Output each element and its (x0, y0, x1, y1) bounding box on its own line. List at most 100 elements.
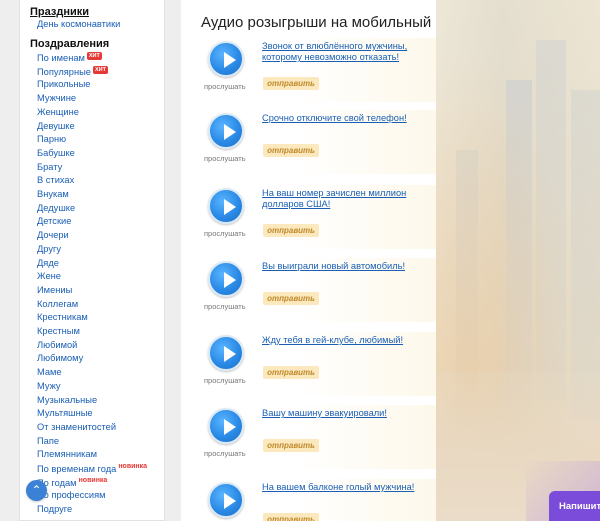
sidebar-link[interactable]: Коллегам (37, 299, 78, 309)
sidebar: Праздники День космонавтики Поздравления… (19, 0, 165, 521)
sidebar-link-label: Имениы (37, 284, 73, 295)
sidebar-link[interactable]: Музыкальные (37, 395, 97, 405)
sidebar-link[interactable]: Маме (37, 367, 62, 377)
sidebar-link-label: В стихах (37, 175, 75, 186)
sidebar-link-label: Папе (37, 435, 60, 446)
chevron-up-icon: ⌃ (31, 483, 42, 497)
play-icon[interactable] (208, 482, 244, 518)
sidebar-link-label: Брату (37, 161, 63, 172)
sidebar-link-label: Подруге (37, 504, 73, 515)
main-content: Аудио розыгрыши на мобильный прослушать З… (181, 0, 436, 521)
sidebar-link[interactable]: Жене (37, 271, 61, 281)
audio-prank-link[interactable]: Вашу машину эвакуировали! (262, 408, 436, 419)
sidebar-link[interactable]: Женщине (37, 107, 79, 117)
audio-prank-card: прослушать Срочно отключите свой телефон!… (202, 110, 436, 174)
sidebar-link-label: По именам (37, 53, 85, 64)
greetings-heading: Поздравления (30, 38, 110, 50)
audio-prank-link[interactable]: Звонок от влюблённого мужчины, которому … (262, 41, 436, 63)
audio-prank-card: прослушать Жду тебя в гей-клубе, любимый!… (202, 332, 436, 396)
play-icon[interactable] (208, 113, 244, 149)
hit-badge: ХИТ (86, 52, 102, 60)
sidebar-link[interactable]: Имениы (37, 285, 72, 295)
new-badge: новинка (78, 476, 108, 484)
audio-prank-card: прослушать Звонок от влюблённого мужчины,… (202, 38, 436, 102)
sidebar-link-label: Маме (37, 367, 62, 378)
sidebar-link[interactable]: Подруге (37, 504, 72, 514)
sidebar-link[interactable]: Парню (37, 134, 66, 144)
play-icon[interactable] (208, 41, 244, 77)
sidebar-link[interactable]: По именам ХИТ (37, 52, 102, 63)
sidebar-link-label: Внукам (37, 189, 69, 199)
sidebar-link-label: Любимому (37, 353, 84, 364)
audio-prank-link[interactable]: Срочно отключите свой телефон! (262, 113, 436, 124)
sidebar-link-label: Крестникам (37, 312, 88, 323)
send-button[interactable]: отправить (263, 292, 319, 305)
sidebar-link[interactable]: Популярные ХИТ (37, 65, 108, 77)
audio-prank-link[interactable]: На вашем балконе голый мужчина! (262, 482, 436, 493)
sidebar-link-label: Мужу (37, 380, 61, 391)
sidebar-link[interactable]: В стихах (37, 175, 74, 185)
chat-label: Напишите (559, 501, 600, 512)
scroll-to-top-button[interactable]: ⌃ (26, 480, 47, 501)
sidebar-link-label: Любимой (37, 339, 78, 350)
send-button[interactable]: отправить (263, 144, 319, 157)
sidebar-link[interactable]: От знаменитостей (37, 422, 116, 432)
sidebar-link[interactable]: Крестникам (37, 312, 88, 322)
sidebar-link[interactable]: Мультяшные (37, 408, 93, 418)
sidebar-link[interactable]: Племянникам (37, 449, 97, 459)
sidebar-link[interactable]: Дяде (37, 258, 59, 268)
sidebar-link-label: Дяде (37, 257, 59, 268)
sidebar-link[interactable]: Внукам (37, 189, 69, 199)
send-button[interactable]: отправить (263, 439, 319, 452)
play-icon[interactable] (208, 335, 244, 371)
play-icon[interactable] (208, 408, 244, 444)
sidebar-link-label: Парню (37, 134, 67, 145)
sidebar-link-label: Мужчине (37, 93, 77, 104)
sidebar-link[interactable]: Папе (37, 436, 59, 446)
sidebar-link[interactable]: Дочери (37, 230, 69, 240)
holidays-heading[interactable]: Праздники (30, 6, 89, 18)
sidebar-link[interactable]: Брату (37, 162, 62, 172)
sidebar-link[interactable]: Мужу (37, 381, 61, 391)
play-icon[interactable] (208, 261, 244, 297)
sidebar-link[interactable]: Прикольные (37, 79, 90, 89)
sidebar-link-label: Музыкальные (37, 394, 98, 405)
sidebar-link[interactable]: Крестным (37, 326, 80, 336)
listen-label[interactable]: прослушать (204, 154, 246, 163)
audio-prank-link[interactable]: Вы выиграли новый автомобиль! (262, 261, 436, 272)
sidebar-link[interactable]: Любимому (37, 353, 83, 363)
sidebar-link-label: Дедушке (37, 202, 76, 213)
send-button[interactable]: отправить (263, 366, 319, 379)
sidebar-link[interactable]: По годам новинка (37, 477, 107, 488)
audio-prank-link[interactable]: Жду тебя в гей-клубе, любимый! (262, 335, 436, 346)
sidebar-link[interactable]: По временам года новинка (37, 463, 147, 474)
sidebar-link[interactable]: Другу (37, 244, 61, 254)
audio-prank-link[interactable]: На ваш номер зачислен миллион долларов С… (262, 188, 436, 210)
listen-label[interactable]: прослушать (204, 302, 246, 311)
chat-widget-button[interactable]: Напишите (549, 491, 600, 521)
play-icon[interactable] (208, 188, 244, 224)
sidebar-link[interactable]: По профессиям (37, 490, 106, 500)
sidebar-link-label: Коллегам (37, 298, 79, 309)
audio-prank-card: прослушать Вашу машину эвакуировали! отпра… (202, 405, 436, 469)
listen-label[interactable]: прослушать (204, 82, 246, 91)
audio-prank-card: прослушатьНа вашем балконе голый мужчина… (202, 479, 436, 521)
sidebar-link[interactable]: Детские (37, 216, 71, 226)
sidebar-link[interactable]: Любимой (37, 340, 77, 350)
listen-label[interactable]: прослушать (204, 449, 246, 458)
sidebar-link-cosmonautics-day[interactable]: День космонавтики (37, 19, 120, 29)
sidebar-link-label: Племянникам (37, 449, 97, 460)
sidebar-link[interactable]: Дедушке (37, 203, 75, 213)
sidebar-link-label: Детские (37, 216, 72, 227)
sidebar-link[interactable]: Мужчине (37, 93, 76, 103)
send-button[interactable]: отправить (263, 224, 319, 237)
sidebar-link[interactable]: Девушке (37, 121, 75, 131)
audio-prank-card: прослушать Вы выиграли новый автомобиль! о… (202, 258, 436, 322)
listen-label[interactable]: прослушать (204, 376, 246, 385)
listen-label[interactable]: прослушать (204, 229, 246, 238)
send-button[interactable]: отправить (263, 513, 319, 521)
sidebar-link[interactable]: Бабушке (37, 148, 75, 158)
send-button[interactable]: отправить (263, 77, 319, 90)
sidebar-link-label: Дочери (37, 230, 69, 241)
sidebar-link-label: Женщине (37, 106, 79, 117)
